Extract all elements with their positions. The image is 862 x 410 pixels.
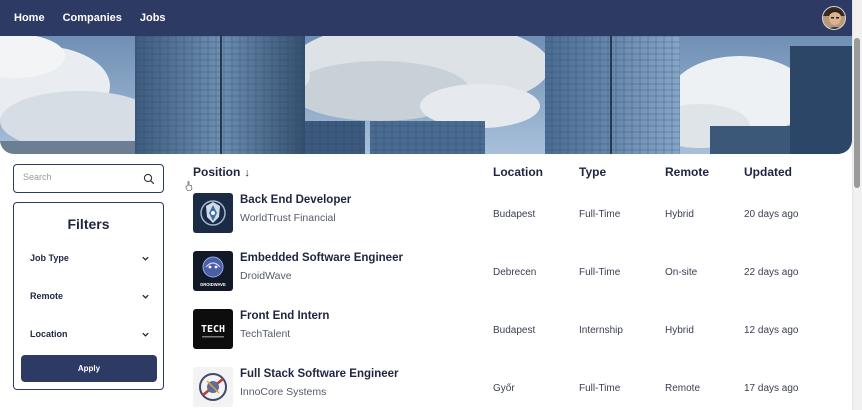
page: Home Companies Jobs Search Filters Job T…	[0, 0, 862, 410]
filter-job-type-label: Job Type	[30, 253, 69, 263]
hand-cursor-icon	[185, 181, 193, 191]
job-location: Debrecen	[493, 267, 537, 278]
job-type: Full-Time	[579, 267, 621, 278]
job-remote: Remote	[665, 383, 701, 394]
company-name[interactable]: WorldTrust Financial	[240, 212, 336, 224]
filters-panel: Filters Job Type Remote Location Apply	[13, 202, 164, 390]
apply-button[interactable]: Apply	[21, 355, 157, 382]
job-updated: 22 days ago	[744, 267, 799, 278]
nav-link-jobs[interactable]: Jobs	[140, 12, 166, 24]
job-type: Full-Time	[579, 209, 621, 220]
job-type: Internship	[579, 325, 623, 336]
column-header-updated[interactable]: Updated	[744, 165, 792, 179]
nav-link-companies[interactable]: Companies	[63, 12, 122, 24]
job-row[interactable]: Full Stack Software Engineer InnoCore Sy…	[193, 367, 843, 410]
chevron-down-icon	[142, 256, 149, 261]
job-remote: Hybrid	[665, 325, 694, 336]
techtalent-logo-text: TECH	[201, 324, 225, 335]
vertical-scrollbar[interactable]	[852, 0, 862, 410]
droidwave-logo-icon: DROIDWAVE	[193, 251, 233, 291]
user-avatar-image	[823, 7, 845, 29]
job-title[interactable]: Front End Intern	[240, 310, 329, 322]
column-header-location[interactable]: Location	[493, 165, 543, 179]
job-remote: On-site	[665, 267, 698, 278]
job-updated: 20 days ago	[744, 209, 799, 220]
job-location: Budapest	[493, 209, 536, 220]
filters-title: Filters	[67, 216, 110, 232]
droidwave-logo-text: DROIDWAVE	[200, 282, 226, 287]
techtalent-logo-icon: TECH	[193, 309, 233, 349]
job-location: Budapest	[493, 325, 536, 336]
user-avatar[interactable]	[822, 6, 846, 30]
column-header-position[interactable]: Position ↓	[193, 165, 250, 179]
sort-descending-icon: ↓	[244, 167, 250, 179]
job-title[interactable]: Back End Developer	[240, 194, 351, 206]
column-header-position-label: Position	[193, 165, 241, 179]
top-navbar: Home Companies Jobs	[0, 0, 852, 36]
filter-remote-label: Remote	[30, 291, 64, 301]
innocore-logo-icon	[193, 367, 233, 407]
search-icon[interactable]	[143, 173, 155, 185]
job-remote: Hybrid	[665, 209, 694, 220]
filter-remote[interactable]: Remote	[30, 289, 150, 303]
job-title[interactable]: Embedded Software Engineer	[240, 252, 403, 264]
search-box	[13, 164, 164, 193]
chevron-down-icon	[142, 332, 149, 337]
hero-city-skyline-image	[0, 36, 852, 154]
job-updated: 17 days ago	[744, 383, 799, 394]
chevron-down-icon	[142, 294, 149, 299]
job-updated: 12 days ago	[744, 325, 799, 336]
filter-location[interactable]: Location	[30, 327, 150, 341]
job-location: Győr	[493, 383, 515, 394]
column-header-remote[interactable]: Remote	[665, 165, 709, 179]
job-type: Full-Time	[579, 383, 621, 394]
company-name[interactable]: InnoCore Systems	[240, 386, 326, 398]
scrollbar-thumb[interactable]	[854, 38, 860, 188]
filter-location-label: Location	[30, 329, 68, 339]
filter-job-type[interactable]: Job Type	[30, 251, 150, 265]
search-input[interactable]	[23, 172, 133, 182]
job-row[interactable]: Back End Developer WorldTrust Financial …	[193, 193, 843, 237]
company-name[interactable]: TechTalent	[240, 328, 290, 340]
job-row[interactable]: TECH Front End Intern TechTalent Budapes…	[193, 309, 843, 353]
shield-compass-logo-icon	[193, 193, 233, 233]
job-row[interactable]: DROIDWAVE Embedded Software Engineer Dro…	[193, 251, 843, 295]
nav-link-home[interactable]: Home	[14, 12, 45, 24]
hero-banner	[0, 36, 852, 154]
column-header-type[interactable]: Type	[579, 165, 606, 179]
company-name[interactable]: DroidWave	[240, 270, 292, 282]
job-title[interactable]: Full Stack Software Engineer	[240, 368, 398, 380]
